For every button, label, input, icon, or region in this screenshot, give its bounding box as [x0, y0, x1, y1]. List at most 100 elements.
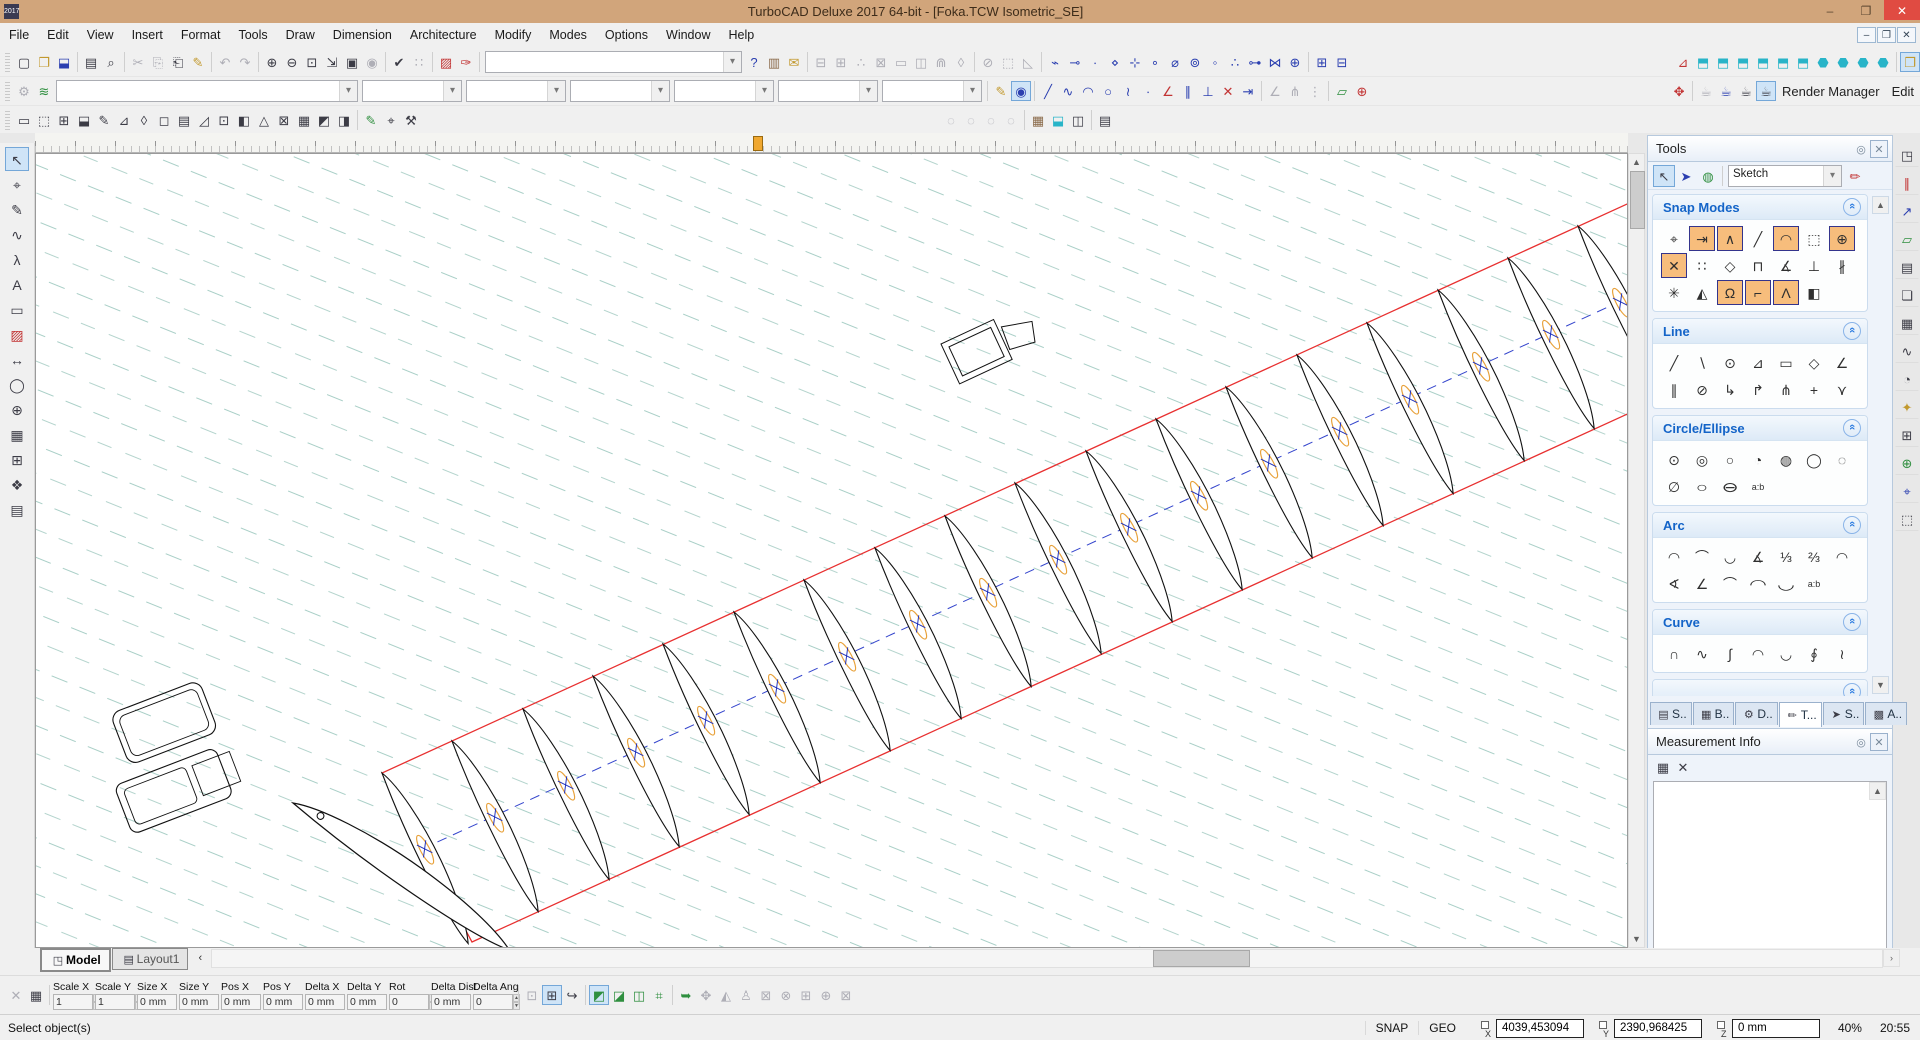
pen-color-combo[interactable]: ▾ — [362, 80, 462, 102]
handles-icon[interactable]: ⋮ — [1305, 81, 1325, 101]
snap-indicator[interactable]: SNAP — [1365, 1021, 1419, 1035]
section-header[interactable]: Snap Modes« — [1653, 195, 1867, 220]
snap-angle-icon[interactable]: Λ — [1773, 280, 1799, 305]
toolbar-grip[interactable] — [5, 110, 10, 130]
bezier-icon[interactable]: ∿ — [1689, 641, 1715, 666]
look-at-icon[interactable]: ◉ — [362, 52, 382, 72]
edit-node-icon[interactable]: ⌖ — [5, 172, 29, 196]
section-header[interactable]: Line« — [1653, 319, 1867, 344]
workplane-axes-icon[interactable]: ⊿ — [1673, 52, 1693, 72]
zoom-window-icon[interactable]: ⊡ — [302, 52, 322, 72]
view-bottom-icon[interactable]: ⬒ — [1793, 52, 1813, 72]
hatch-lines-icon[interactable]: ∥ — [1895, 171, 1919, 195]
collapse-chevron-icon[interactable]: « — [1843, 613, 1861, 631]
close-palette-icon[interactable]: ✕ — [1870, 140, 1888, 158]
palette-icon[interactable]: ▨ — [436, 52, 456, 72]
brush-combo[interactable]: ▾ — [778, 80, 878, 102]
panel-select-icon[interactable]: ↖ — [1653, 165, 1675, 187]
snap-nearest-icon[interactable]: ⊸ — [1065, 52, 1085, 72]
measure-settings-icon[interactable]: ⚒ — [401, 110, 421, 130]
menu-item-file[interactable]: File — [0, 25, 38, 45]
two-tan-circle-icon[interactable]: ◯ — [1801, 447, 1827, 472]
category-combo[interactable]: Sketch▾ — [1728, 165, 1842, 187]
pick-point-icon[interactable]: ∷ — [409, 52, 429, 72]
x-coordinate-value[interactable]: 4039,453094 — [1496, 1019, 1584, 1038]
section-header[interactable]: Circle/Ellipse« — [1653, 416, 1867, 441]
menu-item-help[interactable]: Help — [719, 25, 763, 45]
chevron-down-icon[interactable]: ▾ — [859, 81, 877, 101]
wave-icon[interactable]: ∿ — [1895, 339, 1919, 363]
context-help-icon[interactable]: ? — [744, 52, 764, 72]
shade-mode-icon[interactable]: ◉ — [1011, 81, 1031, 101]
schematic-icon[interactable]: ◳ — [1895, 143, 1919, 167]
menu-item-architecture[interactable]: Architecture — [401, 25, 486, 45]
view-top-icon[interactable]: ⬒ — [1693, 52, 1713, 72]
parallel-tool-icon[interactable]: ∥ — [1178, 81, 1198, 101]
workplane-table-icon[interactable]: ▦ — [294, 110, 314, 130]
field-size-x-input[interactable] — [137, 994, 177, 1010]
ratio-arc-icon[interactable]: a:b — [1801, 571, 1827, 596]
workplane-side-icon[interactable]: ◨ — [334, 110, 354, 130]
calculator-icon[interactable]: ▦ — [26, 985, 46, 1005]
measurement-scroll-up-icon[interactable]: ▲ — [1869, 782, 1886, 800]
aperture-settings-icon[interactable]: ⌖ — [381, 110, 401, 130]
no-box-icon[interactable]: ⊠ — [756, 985, 776, 1005]
spell-check-icon[interactable]: ✔ — [389, 52, 409, 72]
chevron-down-icon[interactable]: ▾ — [443, 81, 461, 101]
ratio-ellipse-icon[interactable]: a:b — [1745, 474, 1771, 499]
menu-item-insert[interactable]: Insert — [123, 25, 172, 45]
menu-item-window[interactable]: Window — [657, 25, 719, 45]
palette-scroll-down-icon[interactable]: ▼ — [1872, 676, 1889, 694]
copy-icon[interactable]: ⎘ — [148, 52, 168, 72]
rectangle-icon[interactable]: ▭ — [1773, 350, 1799, 375]
concentric-arc-icon[interactable]: ⌒ — [1689, 544, 1715, 569]
workplane-entity-icon[interactable]: ✎ — [94, 110, 114, 130]
two-point-circle-icon[interactable]: ○ — [1717, 447, 1743, 472]
pattern-combo[interactable]: ▾ — [674, 80, 774, 102]
vertical-scroll-thumb[interactable] — [1630, 171, 1645, 229]
render-preset-icon-4[interactable]: ◌ — [1001, 110, 1021, 130]
view-back-icon[interactable]: ⬒ — [1733, 52, 1753, 72]
workplane-triangle-icon[interactable]: △ — [254, 110, 274, 130]
restore-document-icon[interactable]: ❐ — [1877, 27, 1896, 43]
pen-tool-icon[interactable]: ✎ — [5, 197, 29, 221]
collapse-chevron-icon[interactable]: « — [1843, 419, 1861, 437]
no-x-icon[interactable]: ⊗ — [776, 985, 796, 1005]
view-iso-nw-icon[interactable]: ⬣ — [1873, 52, 1893, 72]
workplane-view-icon[interactable]: ◊ — [134, 110, 154, 130]
field-size-y-input[interactable] — [179, 994, 219, 1010]
snap-quadrant-icon[interactable]: ∘ — [1145, 52, 1165, 72]
cut-icon[interactable]: ✂ — [128, 52, 148, 72]
angle-line-icon[interactable]: ∠ — [1829, 350, 1855, 375]
drawing-folder-icon[interactable]: ❐ — [1900, 52, 1920, 72]
package-icon[interactable]: ▥ — [764, 52, 784, 72]
rotate-entity-icon[interactable]: ⊕ — [1352, 81, 1372, 101]
concentric-circle-icon[interactable]: ◎ — [1689, 447, 1715, 472]
snap-vertex-icon[interactable]: ⊶ — [1245, 52, 1265, 72]
table-tool-icon[interactable]: ⊞ — [5, 447, 29, 471]
workplane-world-icon[interactable]: ⬚ — [34, 110, 54, 130]
snap-endpoint-icon[interactable]: ⋄ — [1105, 52, 1125, 72]
text-tool-icon[interactable]: A — [5, 272, 29, 296]
fit-curve-icon[interactable]: ∫ — [1717, 641, 1743, 666]
tab-blocks[interactable]: ▦B.. — [1693, 702, 1735, 725]
snap-workplane-icon[interactable]: ⬚ — [1801, 226, 1827, 251]
multiline-icon[interactable]: ∖ — [1689, 350, 1715, 375]
field-pos-x-input[interactable] — [221, 994, 261, 1010]
workplane-by-face-icon[interactable]: ▭ — [14, 110, 34, 130]
select-2d-icon[interactable]: ◩ — [589, 985, 609, 1005]
polyline-tool-icon[interactable]: ∿ — [5, 222, 29, 246]
snap-quadrant-icon[interactable]: ◇ — [1717, 253, 1743, 278]
workplane-lock-icon[interactable]: ⊠ — [274, 110, 294, 130]
menu-item-edit[interactable]: Edit — [38, 25, 78, 45]
rgb-axes-icon[interactable]: ✥ — [1669, 81, 1689, 101]
table-palette-icon[interactable]: ▦ — [1895, 311, 1919, 335]
fan-icon[interactable]: ✥ — [696, 985, 716, 1005]
zoom-out-icon[interactable]: ⊖ — [282, 52, 302, 72]
drawing-canvas[interactable] — [35, 153, 1628, 948]
snap-tangent-icon[interactable]: ⊚ — [1185, 52, 1205, 72]
toolbar-grip[interactable] — [5, 52, 10, 72]
new-file-icon[interactable]: ▢ — [14, 52, 34, 72]
menu-item-view[interactable]: View — [78, 25, 123, 45]
freehand-icon[interactable]: ≀ — [1829, 641, 1855, 666]
